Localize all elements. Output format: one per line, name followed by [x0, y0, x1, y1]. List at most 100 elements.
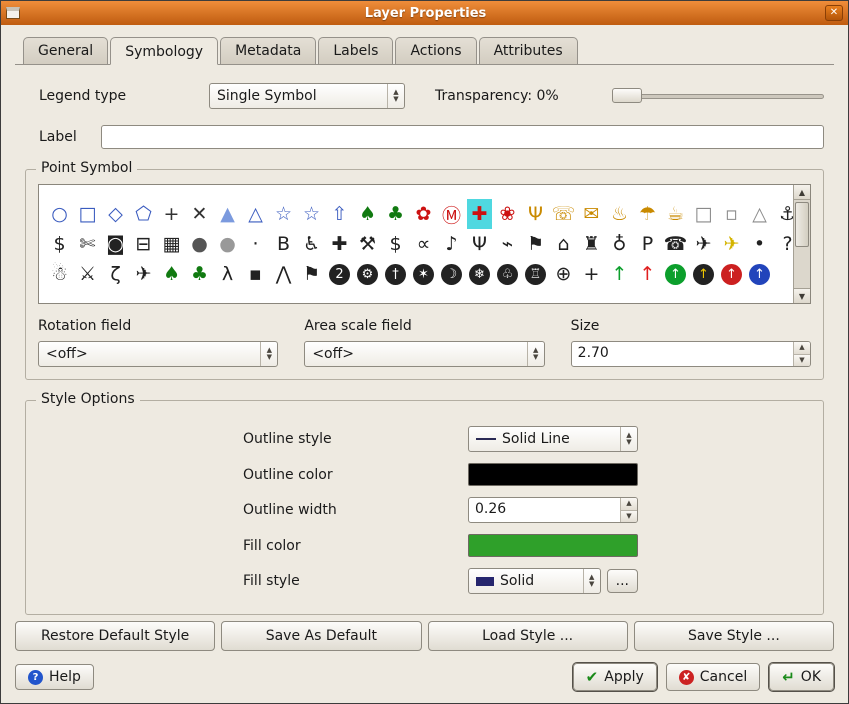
symbol-cell[interactable]: ▦ — [159, 229, 184, 259]
tab-labels[interactable]: Labels — [318, 37, 393, 64]
symbol-cell[interactable]: ❀ — [495, 199, 520, 229]
symbol-cell[interactable]: ⚔ — [75, 259, 100, 289]
close-button[interactable]: ✕ — [825, 5, 843, 21]
symbol-cell[interactable]: ✈ — [691, 229, 716, 259]
symbol-cell[interactable]: λ — [215, 259, 240, 289]
symbol-cell[interactable]: ⌂ — [551, 229, 576, 259]
restore-default-style-button[interactable]: Restore Default Style — [15, 621, 215, 651]
help-button[interactable]: ? Help — [15, 664, 94, 690]
symbol-cell[interactable]: ♠ — [159, 259, 184, 289]
area-scale-field-combo[interactable]: <off> ▲▼ — [304, 341, 544, 367]
legend-type-combo[interactable]: Single Symbol ▲▼ — [209, 83, 405, 109]
symbol-cell[interactable]: ♜ — [579, 229, 604, 259]
symbol-cell[interactable]: + — [159, 199, 184, 229]
tab-metadata[interactable]: Metadata — [220, 37, 316, 64]
symbol-cell[interactable]: ⚑ — [299, 259, 324, 289]
symbol-cell[interactable]: △ — [243, 199, 268, 229]
symbol-cell[interactable]: ⌁ — [495, 229, 520, 259]
symbol-cell[interactable]: ☆ — [299, 199, 324, 229]
symbol-cell[interactable]: ⚑ — [523, 229, 548, 259]
symbol-cell[interactable]: ⚙ — [357, 264, 378, 285]
symbol-cell[interactable]: ♧ — [497, 264, 518, 285]
fill-style-combo[interactable]: Solid ▲▼ — [468, 568, 601, 594]
outline-color-swatch[interactable] — [468, 463, 638, 486]
size-spinbox[interactable]: 2.70 ▲ ▼ — [571, 341, 811, 367]
symbol-cell[interactable]: ♖ — [525, 264, 546, 285]
symbol-cell[interactable]: · — [243, 229, 268, 259]
save-style-button[interactable]: Save Style ... — [634, 621, 834, 651]
symbol-cell[interactable]: ☽ — [441, 264, 462, 285]
transparency-slider[interactable] — [612, 87, 824, 105]
symbol-cell[interactable]: ☎ — [663, 229, 688, 259]
symbol-cell[interactable]: Ψ — [467, 229, 492, 259]
scroll-up-icon[interactable]: ▲ — [794, 185, 810, 200]
symbol-cell[interactable]: B — [271, 229, 296, 259]
symbol-cell[interactable]: ζ — [103, 259, 128, 289]
symbol-cell[interactable]: ♨ — [607, 199, 632, 229]
symbol-cell[interactable]: ↑ — [607, 259, 632, 289]
symbol-cell[interactable]: ▫ — [719, 199, 744, 229]
symbol-cell[interactable]: ❄ — [469, 264, 490, 285]
symbol-cell[interactable]: ⬠ — [131, 199, 156, 229]
symbol-cell[interactable]: ∝ — [411, 229, 436, 259]
label-input[interactable] — [101, 125, 824, 149]
save-as-default-button[interactable]: Save As Default — [221, 621, 421, 651]
symbol-cell[interactable]: † — [385, 264, 406, 285]
symbol-cell[interactable]: $ — [383, 229, 408, 259]
outline-style-combo[interactable]: Solid Line ▲▼ — [468, 426, 638, 452]
size-spin-up-icon[interactable]: ▲ — [794, 342, 810, 355]
symbol-cell[interactable]: ● — [187, 229, 212, 259]
symbol-cell[interactable]: ✿ — [411, 199, 436, 229]
symbol-cell[interactable]: ♣ — [187, 259, 212, 289]
symbol-cell[interactable]: ↑ — [693, 264, 714, 285]
symbol-cell[interactable]: ↑ — [665, 264, 686, 285]
symbol-cell[interactable]: 2 — [329, 264, 350, 285]
symbol-cell[interactable]: □ — [75, 199, 100, 229]
symbol-cell[interactable]: ▲ — [215, 199, 240, 229]
symbol-cell[interactable]: ○ — [47, 199, 72, 229]
symbol-cell[interactable]: ✄ — [75, 229, 100, 259]
symbol-cell[interactable]: ✈ — [131, 259, 156, 289]
symbol-cell[interactable]: ☃ — [47, 259, 72, 289]
symbol-cell[interactable]: ✕ — [187, 199, 212, 229]
symbol-cell[interactable]: Ⓜ — [439, 199, 464, 229]
symbol-cell[interactable]: Ψ — [523, 199, 548, 229]
symbol-cell[interactable]: ● — [215, 229, 240, 259]
cancel-button[interactable]: ✘ Cancel — [666, 663, 760, 691]
apply-button[interactable]: ✔ Apply — [573, 663, 657, 691]
symbol-cell[interactable]: ♿ — [299, 229, 324, 259]
tab-actions[interactable]: Actions — [395, 37, 476, 64]
outline-width-spin-down-icon[interactable]: ▼ — [621, 511, 637, 523]
symbol-cell[interactable]: ✶ — [413, 264, 434, 285]
symbol-cell[interactable]: ⚒ — [355, 229, 380, 259]
symbol-cell[interactable]: ⊟ — [131, 229, 156, 259]
symbol-cell[interactable]: ◇ — [103, 199, 128, 229]
symbol-cell[interactable]: ↑ — [721, 264, 742, 285]
tab-symbology[interactable]: Symbology — [110, 37, 218, 65]
rotation-field-combo[interactable]: <off> ▲▼ — [38, 341, 278, 367]
symbol-cell[interactable]: □ — [691, 199, 716, 229]
symbol-cell[interactable]: ☏ — [551, 199, 576, 229]
symbol-cell[interactable]: ♪ — [439, 229, 464, 259]
scroll-thumb[interactable] — [795, 202, 809, 247]
load-style-button[interactable]: Load Style ... — [428, 621, 628, 651]
symbol-cell[interactable]: ↑ — [635, 259, 660, 289]
symbol-cell-selected[interactable]: ✚ — [467, 199, 492, 229]
symbol-cell[interactable]: ⋀ — [271, 259, 296, 289]
symbol-scrollbar[interactable]: ▲ ▼ — [793, 185, 810, 303]
symbol-cell[interactable]: + — [579, 259, 604, 289]
outline-width-spin-up-icon[interactable]: ▲ — [621, 498, 637, 511]
tab-general[interactable]: General — [23, 37, 108, 64]
symbol-cell[interactable]: ♠ — [355, 199, 380, 229]
outline-width-spinbox[interactable]: 0.26 ▲ ▼ — [468, 497, 638, 523]
symbol-cell[interactable]: ✈ — [719, 229, 744, 259]
symbol-cell[interactable]: ♁ — [607, 229, 632, 259]
slider-groove[interactable] — [612, 94, 824, 99]
scroll-down-icon[interactable]: ▼ — [794, 288, 810, 303]
symbol-cell[interactable]: ☆ — [271, 199, 296, 229]
symbol-cell[interactable]: P — [635, 229, 660, 259]
symbol-cell[interactable]: ◙ — [103, 229, 128, 259]
symbol-cell[interactable]: ✉ — [579, 199, 604, 229]
symbol-cell[interactable]: ☕ — [663, 199, 688, 229]
fill-color-swatch[interactable] — [468, 534, 638, 557]
